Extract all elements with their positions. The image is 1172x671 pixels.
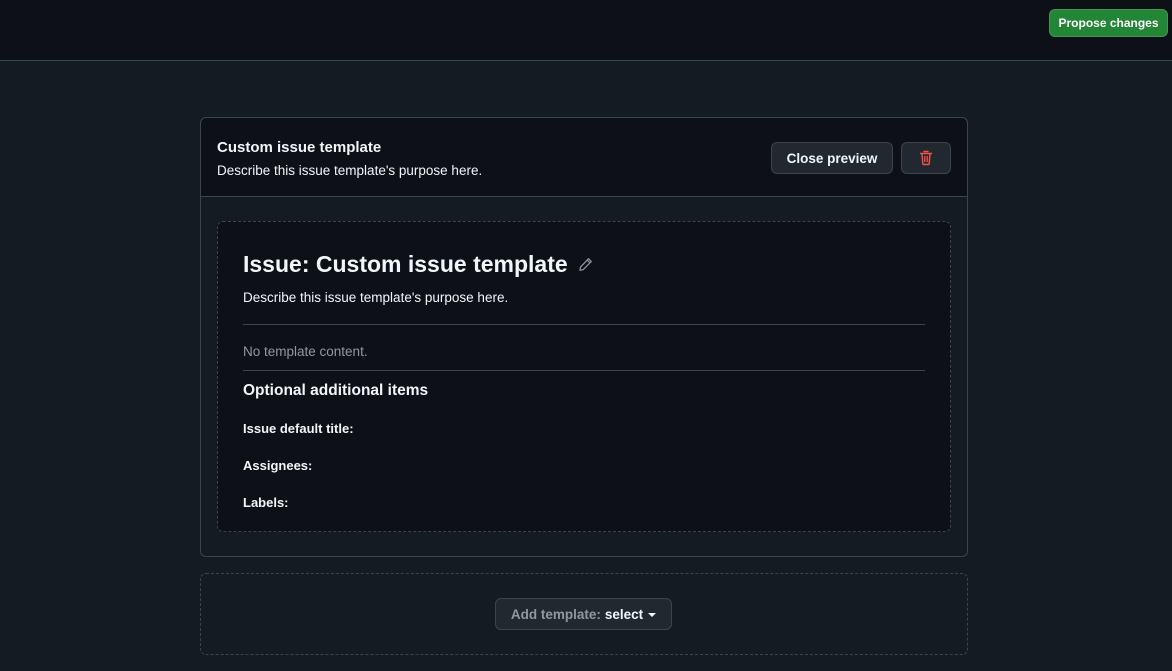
preview-description: Describe this issue template's purpose h… (243, 290, 509, 305)
close-preview-button[interactable]: Close preview (771, 142, 893, 174)
trash-icon (919, 150, 933, 166)
template-preview: Issue: Custom issue template Describe th… (217, 221, 951, 532)
template-card-header: Custom issue template Describe this issu… (201, 118, 967, 197)
add-template-prefix: Add template: (510, 606, 601, 622)
pencil-icon[interactable] (578, 257, 593, 272)
issue-template-card: Custom issue template Describe this issu… (200, 117, 968, 557)
preview-heading-row: Issue: Custom issue template (243, 251, 593, 278)
delete-template-button[interactable] (901, 142, 951, 174)
propose-changes-button[interactable]: Propose changes (1049, 9, 1168, 37)
default-title-label: Issue default title: (243, 421, 354, 436)
template-title: Custom issue template (217, 139, 382, 156)
labels-label: Labels: (243, 495, 289, 510)
template-description: Describe this issue template's purpose h… (217, 163, 483, 178)
triangle-down-icon (648, 613, 657, 617)
preview-heading: Issue: Custom issue template (243, 251, 568, 277)
add-template-dropdown[interactable]: Add template: select (495, 598, 672, 630)
divider (243, 370, 925, 371)
add-template-area: Add template: select (200, 573, 968, 655)
divider (243, 324, 925, 325)
empty-content-message: No template content. (243, 344, 368, 359)
top-bar: Propose changes (0, 0, 1172, 61)
add-template-value: select (604, 606, 644, 622)
assignees-label: Assignees: (243, 458, 313, 473)
optional-items-heading: Optional additional items (243, 382, 429, 399)
